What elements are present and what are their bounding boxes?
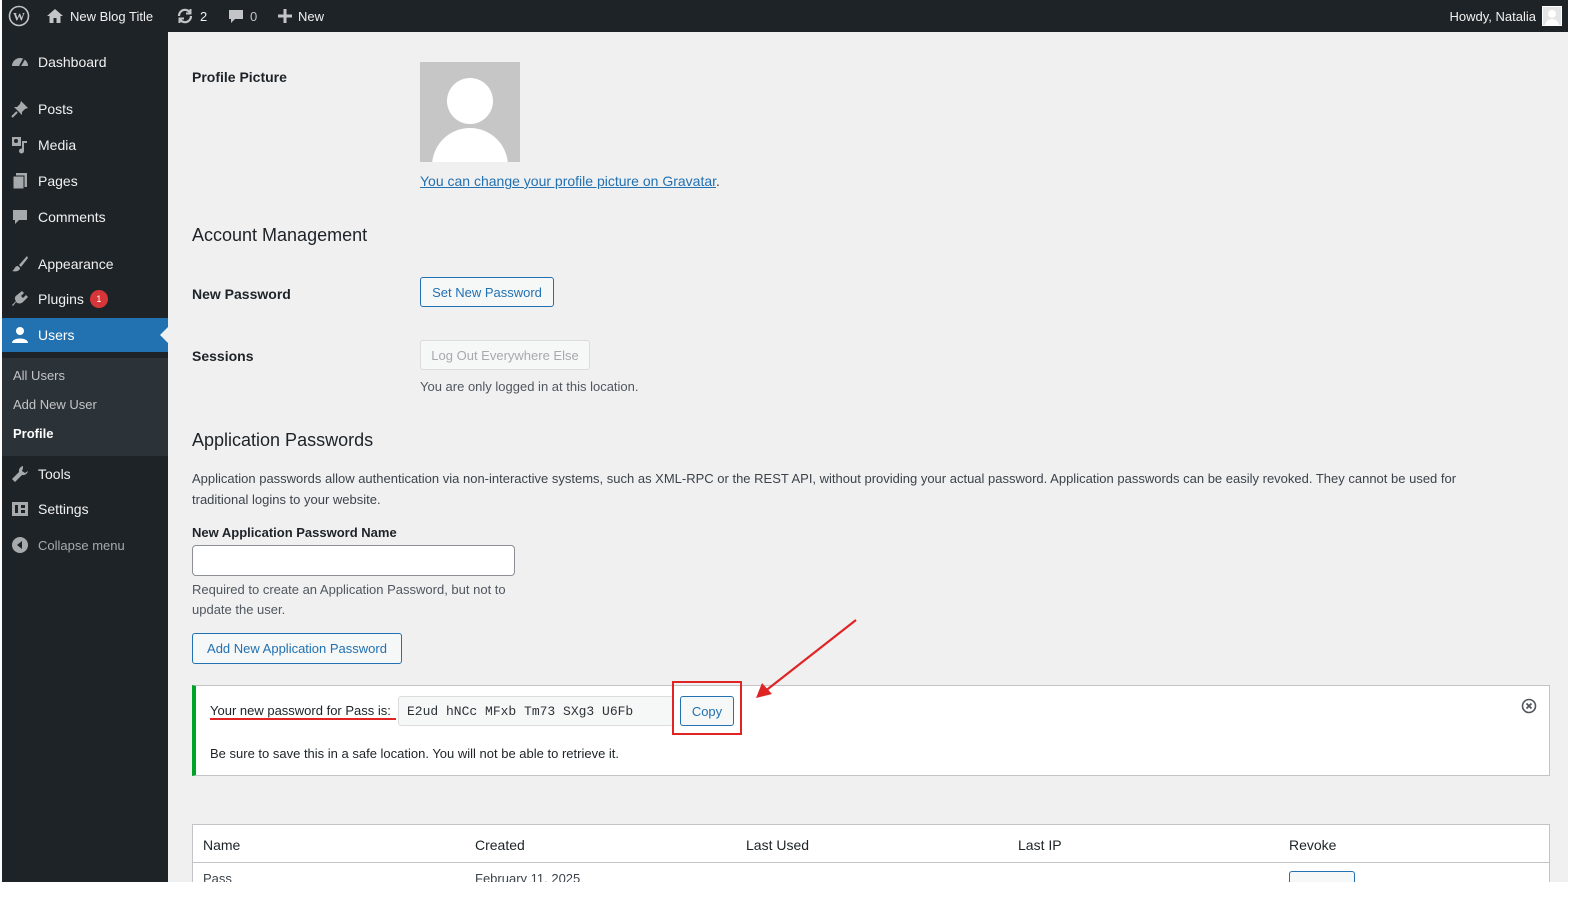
new-label: New	[298, 8, 325, 24]
sidebar-item-settings[interactable]: Settings	[2, 492, 168, 526]
sidebar-item-label: Posts	[38, 101, 74, 117]
sidebar-item-users[interactable]: Users	[2, 318, 168, 352]
updates-count: 2	[200, 8, 208, 24]
collapse-arrow-icon	[10, 535, 30, 555]
comment-icon	[229, 10, 243, 23]
sidebar-item-plugins[interactable]: Plugins 1	[2, 282, 168, 316]
annotation-copy-highlight-box	[672, 681, 742, 735]
app-password-name-help: Required to create an Application Passwo…	[192, 582, 506, 617]
pin-icon	[10, 99, 30, 119]
table-header-last-used: Last Used	[746, 837, 810, 853]
sidebar-item-label: Users	[38, 327, 75, 343]
admin-sidebar: Dashboard Posts Media Pages Comments App…	[2, 32, 168, 882]
plugin-icon	[10, 289, 30, 309]
users-icon	[10, 325, 30, 345]
sidebar-item-label: Plugins	[38, 291, 84, 307]
home-icon	[47, 9, 63, 23]
comments-link[interactable]: 0	[228, 0, 257, 32]
application-passwords-description: Application passwords allow authenticati…	[192, 471, 1457, 507]
site-name-link[interactable]: New Blog Title	[46, 0, 153, 32]
revoke-button[interactable]	[1289, 871, 1355, 882]
table-row-name: Pass	[203, 871, 232, 882]
profile-avatar	[420, 62, 520, 162]
user-avatar-icon	[1542, 6, 1562, 26]
collapse-menu-button[interactable]: Collapse menu	[2, 528, 168, 562]
sidebar-item-dashboard[interactable]: Dashboard	[2, 45, 168, 79]
pages-icon	[10, 171, 30, 191]
table-header-created: Created	[475, 837, 525, 853]
sidebar-item-appearance[interactable]: Appearance	[2, 247, 168, 281]
sidebar-item-media[interactable]: Media	[2, 128, 168, 162]
new-password-label: New Password	[192, 286, 291, 302]
table-header-name: Name	[203, 837, 241, 853]
sidebar-item-pages[interactable]: Pages	[2, 164, 168, 198]
submenu-add-new-user[interactable]: Add New User	[13, 397, 97, 412]
annotation-underline	[210, 718, 396, 720]
submenu-all-users[interactable]: All Users	[13, 368, 65, 383]
application-passwords-heading: Application Passwords	[192, 430, 374, 450]
sidebar-item-label: Tools	[38, 466, 71, 482]
howdy-text: Howdy, Natalia	[1449, 8, 1536, 24]
gravatar-period: .	[716, 173, 720, 189]
collapse-menu-label: Collapse menu	[38, 537, 125, 553]
comments-count: 0	[250, 8, 258, 24]
media-icon	[10, 135, 30, 155]
submenu-profile[interactable]: Profile	[13, 426, 53, 441]
new-password-notice-label: Your new password for Pass is:	[210, 703, 391, 718]
sidebar-item-label: Comments	[38, 209, 106, 225]
new-content-link[interactable]: New	[278, 0, 324, 32]
wrench-icon	[10, 464, 30, 484]
log-out-everywhere-button: Log Out Everywhere Else	[420, 340, 590, 370]
main-content: Profile Picture You can change your prof…	[168, 32, 1568, 882]
annotation-arrow-icon	[756, 619, 857, 698]
new-password-notice: Your new password for Pass is: E2ud hNCc…	[192, 685, 1550, 776]
sessions-description: You are only logged in at this location.	[420, 379, 639, 394]
wordpress-logo-icon[interactable]: W	[8, 0, 30, 32]
app-password-name-label: New Application Password Name	[192, 525, 397, 540]
sidebar-item-label: Media	[38, 137, 77, 153]
generated-password-field[interactable]: E2ud hNCc MFxb Tm73 SXg3 U6Fb	[398, 696, 674, 726]
comment-icon	[10, 207, 30, 227]
set-new-password-button[interactable]: Set New Password	[420, 277, 554, 307]
updates-icon	[177, 8, 193, 24]
sidebar-item-posts[interactable]: Posts	[2, 92, 168, 126]
plugins-update-badge: 1	[89, 290, 108, 308]
gravatar-link[interactable]: You can change your profile picture on G…	[420, 173, 716, 189]
sidebar-item-label: Settings	[38, 501, 89, 517]
admin-bar: W New Blog Title 2 0 New Howdy, Natalia	[2, 0, 1568, 32]
gravatar-line: You can change your profile picture on G…	[420, 173, 720, 189]
users-submenu: All Users Add New User Profile	[2, 358, 168, 456]
add-new-application-password-button[interactable]: Add New Application Password	[192, 633, 402, 664]
table-header-divider	[193, 862, 1549, 863]
application-passwords-table: Name Created Last Used Last IP Revoke Pa…	[192, 824, 1550, 882]
account-menu[interactable]: Howdy, Natalia	[1450, 0, 1562, 32]
updates-link[interactable]: 2	[176, 0, 207, 32]
brush-icon	[10, 254, 30, 274]
table-row-created: February 11, 2025	[475, 871, 581, 882]
account-management-heading: Account Management	[192, 225, 368, 245]
sidebar-item-label: Dashboard	[38, 54, 107, 70]
sidebar-item-label: Pages	[38, 173, 78, 189]
save-password-warning: Be sure to save this in a safe location.…	[210, 746, 620, 761]
dismiss-notice-icon[interactable]	[1521, 698, 1537, 714]
sidebar-item-label: Appearance	[38, 256, 114, 272]
plus-icon	[278, 9, 292, 23]
settings-icon	[10, 499, 30, 519]
table-header-last-ip: Last IP	[1018, 837, 1062, 853]
sidebar-item-tools[interactable]: Tools	[2, 457, 168, 491]
profile-picture-label: Profile Picture	[192, 69, 287, 85]
site-title: New Blog Title	[70, 8, 154, 24]
sessions-label: Sessions	[192, 348, 254, 364]
app-password-name-input[interactable]	[192, 545, 515, 576]
svg-text:W: W	[13, 10, 25, 24]
wp-admin-window: W New Blog Title 2 0 New Howdy, Natalia …	[2, 0, 1568, 882]
sidebar-item-comments[interactable]: Comments	[2, 200, 168, 234]
table-header-revoke: Revoke	[1289, 837, 1337, 853]
dashboard-icon	[10, 52, 30, 72]
